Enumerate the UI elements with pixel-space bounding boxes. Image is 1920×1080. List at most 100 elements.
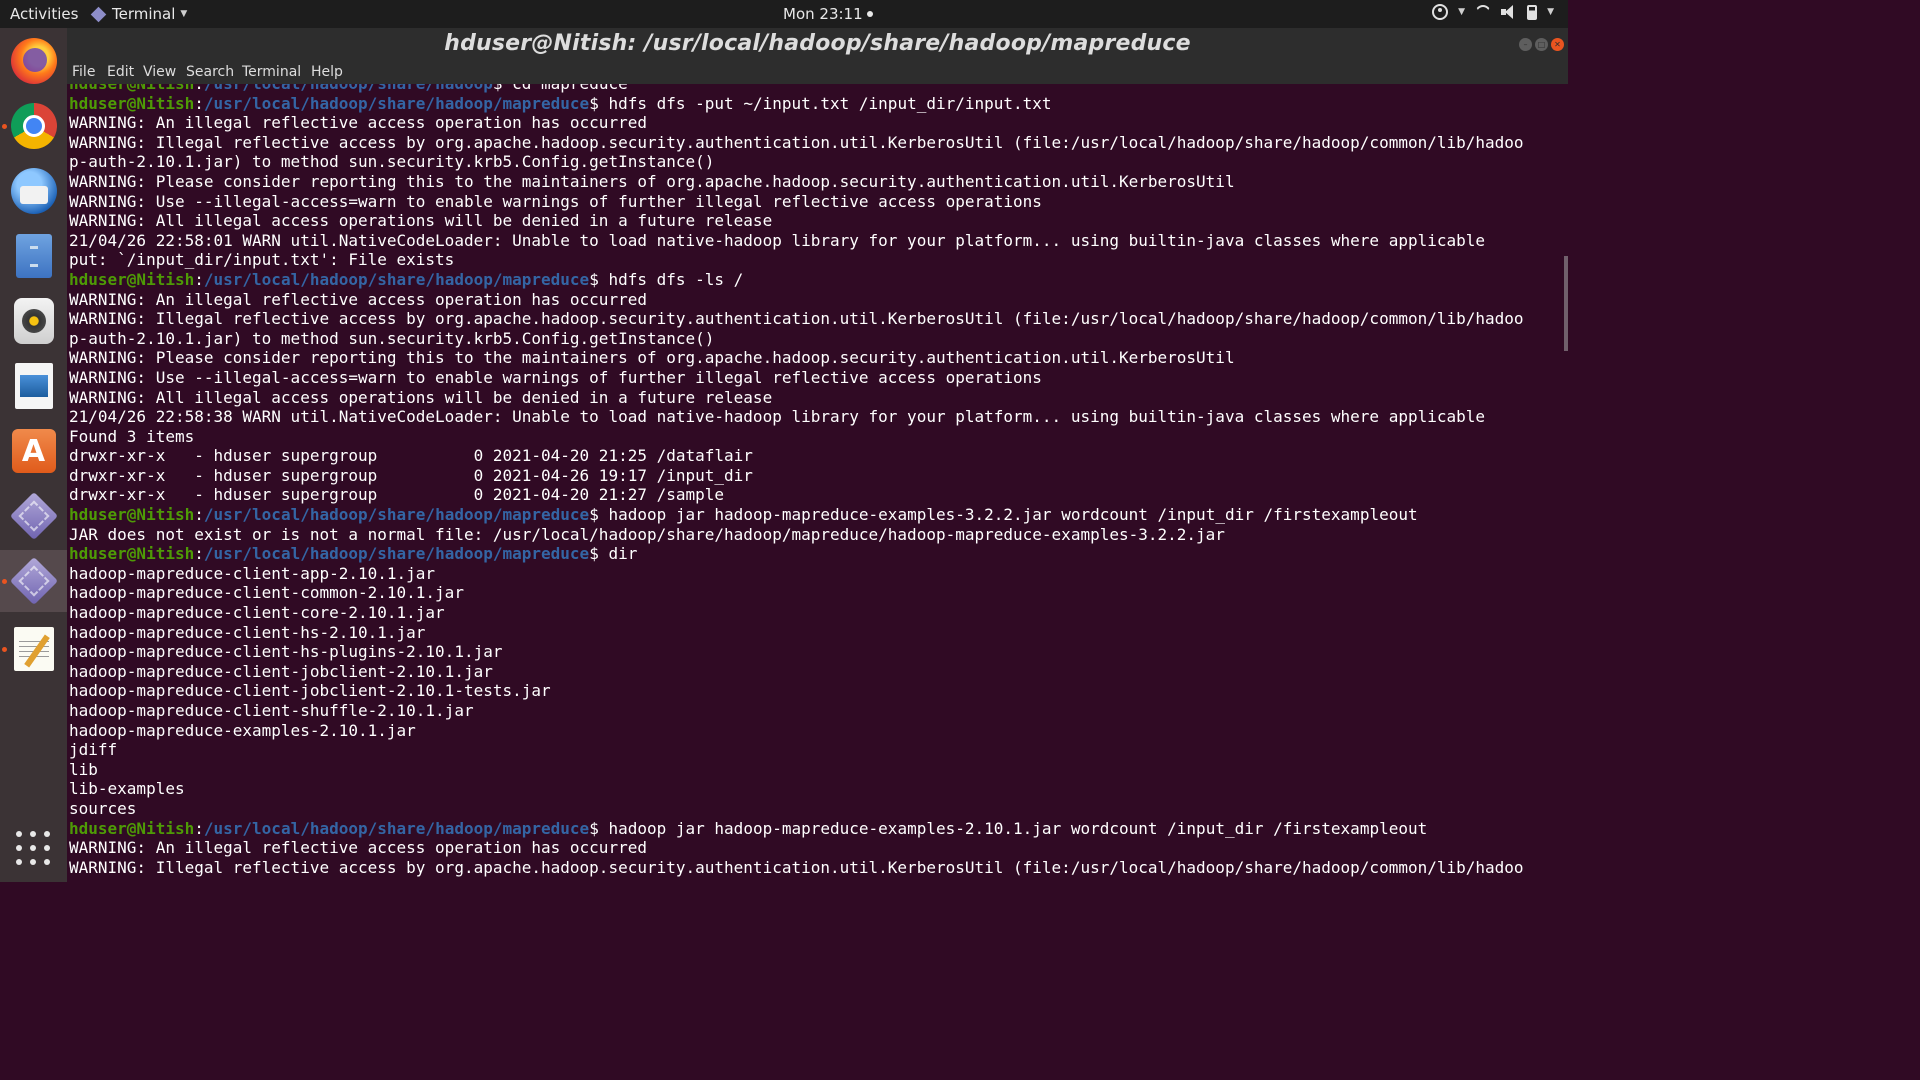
- files-icon: [15, 234, 52, 278]
- terminal-output-line: 21/04/26 22:58:01 WARN util.NativeCodeLo…: [69, 230, 1486, 250]
- terminal-prompt-line: hduser@Nitish:/usr/local/hadoop/share/ha…: [69, 819, 1524, 839]
- terminal-output-line: hadoop-mapreduce-client-jobclient-2.10.1…: [69, 681, 551, 701]
- prompt-separator: :: [194, 818, 204, 838]
- battery-icon[interactable]: [1527, 4, 1538, 20]
- terminal-output-line: drwxr-xr-x - hduser supergroup 0 2021-04…: [69, 485, 725, 505]
- prompt-command: hdfs dfs -ls /: [608, 269, 744, 289]
- terminal-view[interactable]: hduser@Nitish:/usr/local/hadoop/share/ha…: [67, 84, 1568, 882]
- chevron-down-icon[interactable]: ▼: [1458, 7, 1465, 17]
- app-menu-label: Terminal: [112, 5, 176, 23]
- prompt-separator: :: [194, 84, 204, 93]
- prompt-user: hduser@Nitish: [69, 93, 195, 113]
- show-applications-button[interactable]: [0, 818, 67, 880]
- running-indicator: [2, 579, 7, 584]
- firefox-icon: [10, 38, 57, 84]
- terminal-prompt-line: hduser@Nitish:/usr/local/hadoop/share/ha…: [69, 544, 1524, 564]
- prompt-separator: :: [194, 544, 204, 564]
- terminal-output-line: 21/04/26 22:58:38 WARN util.NativeCodeLo…: [69, 407, 1486, 427]
- terminal-output-line: WARNING: Use --illegal-access=warn to en…: [69, 191, 1042, 211]
- dock-item-text-editor[interactable]: [0, 618, 67, 680]
- terminal-output-line: sources: [69, 798, 137, 818]
- libreoffice-writer-icon: [14, 363, 53, 409]
- scrollbar-thumb[interactable]: [1564, 256, 1568, 351]
- terminal-app-icon: [90, 6, 107, 22]
- terminal-prompt-line: hduser@Nitish:/usr/local/hadoop/share/ha…: [69, 270, 1524, 290]
- wifi-icon[interactable]: [1475, 5, 1491, 19]
- menu-view[interactable]: View: [143, 64, 176, 80]
- terminal-output-line: hadoop-mapreduce-client-core-2.10.1.jar: [69, 603, 445, 623]
- dock-item-firefox[interactable]: [0, 30, 67, 92]
- dock-item-app[interactable]: [0, 485, 67, 547]
- terminal-output-line: WARNING: An illegal reflective access op…: [69, 838, 647, 858]
- ubuntu-software-icon: A: [11, 429, 56, 473]
- top-panel: Activities Terminal ▼ Mon 23:11 ▼ ▼: [0, 0, 1568, 28]
- prompt-command: dir: [608, 544, 638, 564]
- dock-item-files[interactable]: [0, 225, 67, 287]
- terminal-output-line: hadoop-mapreduce-client-jobclient-2.10.1…: [69, 661, 493, 681]
- prompt-path: /usr/local/hadoop/share/hadoop/mapreduce: [203, 818, 590, 838]
- chevron-down-icon[interactable]: ▼: [1547, 7, 1554, 17]
- clock[interactable]: Mon 23:11: [783, 5, 873, 23]
- terminal-output-line: hadoop-mapreduce-client-shuffle-2.10.1.j…: [69, 701, 474, 720]
- prompt-path: /usr/local/hadoop/share/hadoop/mapreduce: [203, 93, 590, 113]
- window-controls: – □ ✕: [1519, 38, 1564, 51]
- menu-help[interactable]: Help: [311, 64, 343, 80]
- terminal-output-line: WARNING: Use --illegal-access=warn to en…: [69, 367, 1042, 387]
- dock-item-terminal-active[interactable]: [0, 550, 67, 612]
- menu-terminal[interactable]: Terminal: [242, 64, 301, 80]
- menu-file[interactable]: File: [72, 64, 95, 80]
- window-titlebar[interactable]: hduser@Nitish: /usr/local/hadoop/share/h…: [67, 28, 1568, 64]
- terminal-output-line: lib-examples: [69, 779, 185, 799]
- terminal-output-line: jdiff: [69, 740, 118, 760]
- close-button[interactable]: ✕: [1551, 38, 1564, 51]
- terminal-output-line: WARNING: All illegal access operations w…: [69, 211, 773, 231]
- terminal-output-line: p-auth-2.10.1.jar) to method sun.securit…: [69, 328, 715, 348]
- app-icon: [9, 556, 58, 606]
- activities-button[interactable]: Activities: [10, 5, 78, 23]
- terminal-output-line: WARNING: Illegal reflective access by or…: [69, 857, 1524, 877]
- prompt-command: hadoop jar hadoop-mapreduce-examples-2.1…: [608, 818, 1428, 838]
- minimize-button[interactable]: –: [1519, 38, 1532, 51]
- running-indicator: [2, 647, 7, 652]
- terminal-output-line: hadoop-mapreduce-examples-2.10.1.jar: [69, 720, 416, 740]
- menu-search[interactable]: Search: [186, 64, 234, 80]
- system-tray[interactable]: ▼ ▼: [1432, 4, 1554, 20]
- accessibility-icon[interactable]: [1432, 4, 1449, 20]
- terminal-output-line: WARNING: An illegal reflective access op…: [69, 289, 647, 309]
- running-indicator: [2, 124, 7, 129]
- rhythmbox-icon: [13, 298, 54, 344]
- prompt-user: hduser@Nitish: [69, 818, 195, 838]
- window-title: hduser@Nitish: /usr/local/hadoop/share/h…: [444, 31, 1191, 56]
- prompt-symbol: $: [589, 93, 609, 113]
- prompt-command: hadoop jar hadoop-mapreduce-examples-3.2…: [608, 505, 1418, 525]
- thunderbird-icon: [10, 168, 57, 214]
- volume-icon[interactable]: [1501, 5, 1517, 19]
- dock-item-chrome[interactable]: [0, 95, 67, 157]
- terminal-output-line: drwxr-xr-x - hduser supergroup 0 2021-04…: [69, 465, 753, 485]
- text-editor-icon: [13, 627, 54, 671]
- maximize-button[interactable]: □: [1535, 38, 1548, 51]
- prompt-separator: :: [194, 269, 204, 289]
- dock-item-rhythmbox[interactable]: [0, 290, 67, 352]
- prompt-user: hduser@Nitish: [69, 544, 195, 564]
- prompt-path: /usr/local/hadoop/share/hadoop/mapreduce: [203, 544, 590, 564]
- app-menu[interactable]: Terminal ▼: [90, 5, 187, 23]
- terminal-output-line: p-auth-2.10.1.jar) to method sun.securit…: [69, 152, 715, 172]
- dock-item-writer[interactable]: [0, 355, 67, 417]
- menu-bar: File Edit View Search Terminal Help: [67, 64, 1568, 84]
- dock-item-software[interactable]: A: [0, 420, 67, 482]
- dock-item-thunderbird[interactable]: [0, 160, 67, 222]
- menu-edit[interactable]: Edit: [107, 64, 134, 80]
- prompt-separator: :: [194, 93, 204, 113]
- terminal-prompt-line: hduser@Nitish:/usr/local/hadoop/share/ha…: [69, 84, 1524, 94]
- terminal-output-line: WARNING: Illegal reflective access by or…: [69, 132, 1524, 152]
- prompt-command: hdfs dfs -put ~/input.txt /input_dir/inp…: [608, 93, 1052, 113]
- terminal-output-line: hadoop-mapreduce-client-hs-plugins-2.10.…: [69, 642, 503, 662]
- terminal-output-line: Found 3 items: [69, 426, 195, 446]
- terminal-prompt-line: hduser@Nitish:/usr/local/hadoop/share/ha…: [69, 505, 1524, 525]
- prompt-symbol: $: [589, 818, 609, 838]
- prompt-command: cd mapreduce: [512, 84, 628, 93]
- dock: A: [0, 28, 67, 882]
- terminal-output-line: drwxr-xr-x - hduser supergroup 0 2021-04…: [69, 446, 753, 466]
- show-applications-icon: [15, 831, 52, 867]
